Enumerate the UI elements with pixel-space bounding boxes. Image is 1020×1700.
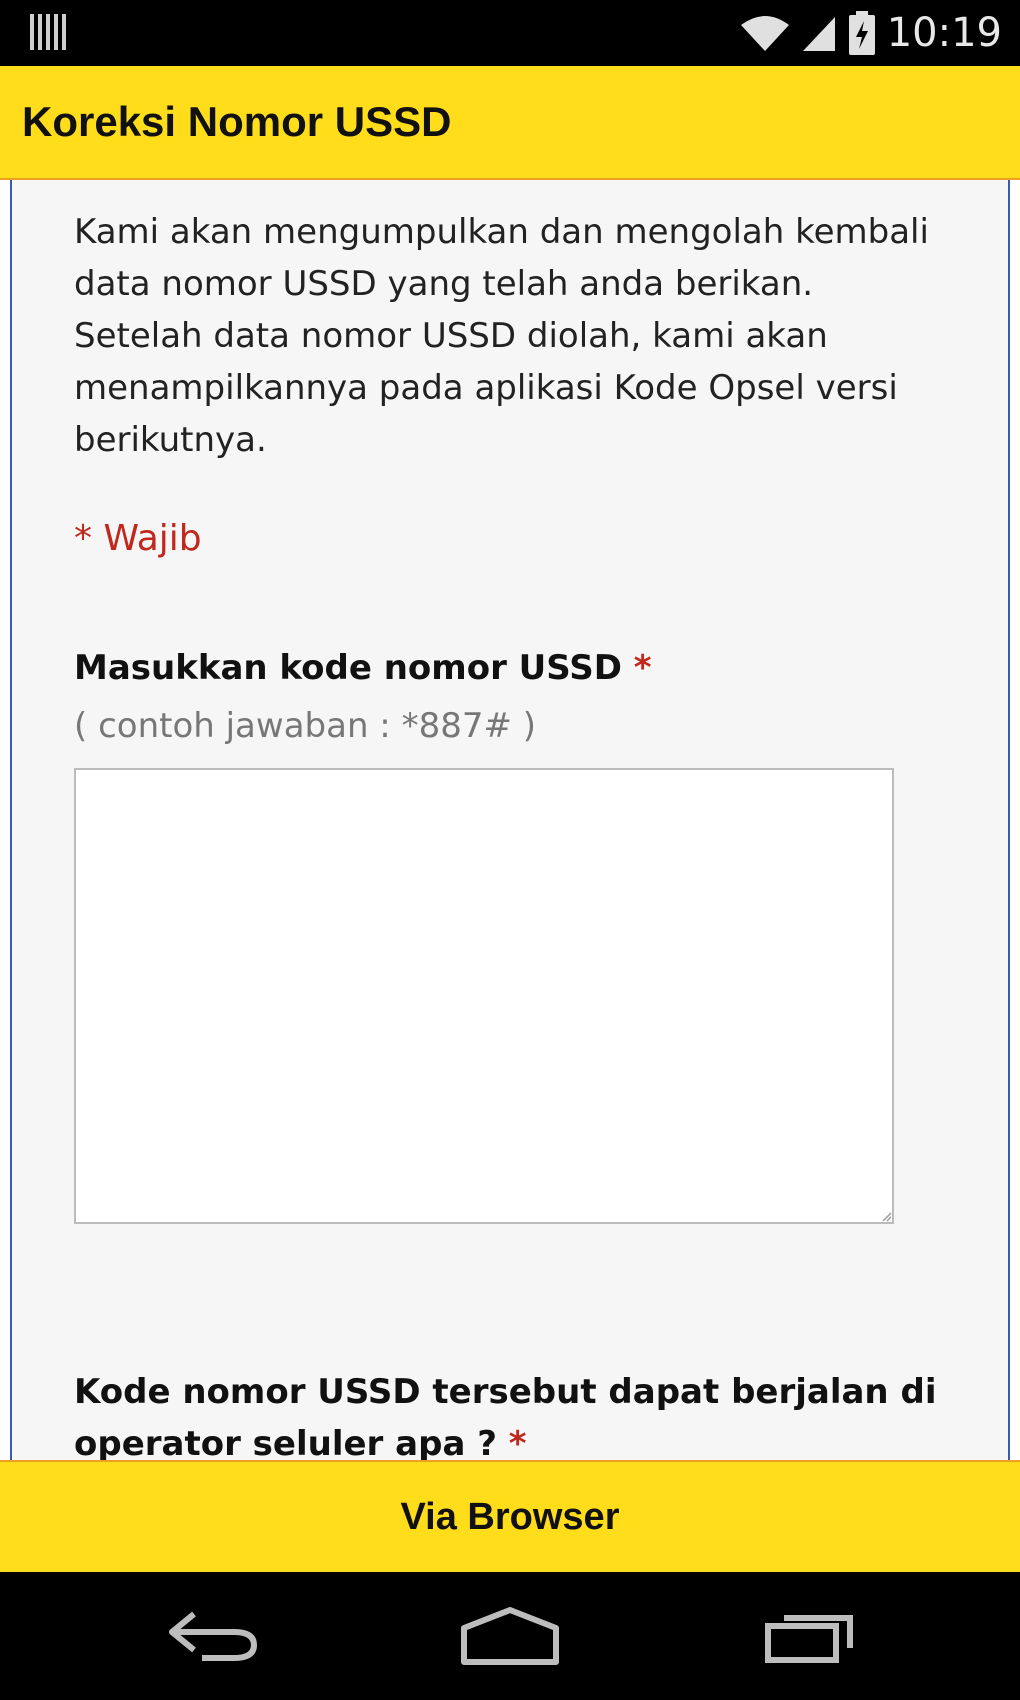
question-1-label: Masukkan kode nomor USSD * <box>74 648 954 688</box>
status-bar: 10:19 <box>0 0 1020 66</box>
question-1-hint: ( contoh jawaban : *887# ) <box>74 706 537 746</box>
battery-charging-icon <box>848 11 875 55</box>
signal-icon <box>802 17 835 51</box>
status-time: 10:19 <box>886 10 1002 56</box>
status-icons: 10:19 <box>739 8 1002 58</box>
ussd-code-input[interactable] <box>74 768 894 1224</box>
question-2-label: Kode nomor USSD tersebut dapat berjalan … <box>74 1366 954 1460</box>
wifi-icon <box>740 16 789 51</box>
form-description: Kami akan mengumpulkan dan mengolah kemb… <box>74 212 929 460</box>
home-icon <box>461 1607 559 1665</box>
recent-apps-button[interactable] <box>740 1592 880 1680</box>
via-browser-button[interactable]: Via Browser <box>0 1460 1020 1572</box>
barcode-icon <box>30 14 66 50</box>
recent-apps-icon <box>765 1615 853 1663</box>
required-mark: * <box>633 648 652 688</box>
question-2-text: Kode nomor USSD tersebut dapat berjalan … <box>74 1372 937 1460</box>
page-title: Koreksi Nomor USSD <box>22 98 452 145</box>
navigation-bar <box>0 1572 1020 1700</box>
resize-grip-icon[interactable] <box>880 1210 892 1222</box>
app-bar: Koreksi Nomor USSD <box>0 66 1020 180</box>
back-button[interactable] <box>142 1592 282 1680</box>
home-button[interactable] <box>440 1592 580 1680</box>
back-icon <box>169 1611 258 1661</box>
form-panel: Kami akan mengumpulkan dan mengolah kemb… <box>10 180 1010 1460</box>
question-1-text: Masukkan kode nomor USSD <box>74 648 622 688</box>
form-content[interactable]: Kami akan mengumpulkan dan mengolah kemb… <box>0 180 1020 1460</box>
required-note: * Wajib <box>74 518 202 559</box>
required-mark: * <box>508 1424 527 1460</box>
